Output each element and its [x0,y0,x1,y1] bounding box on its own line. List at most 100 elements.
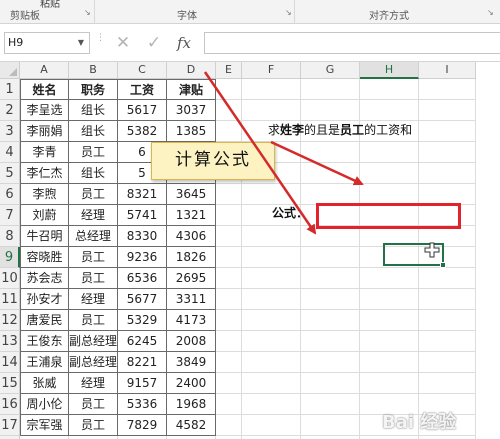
table-cell[interactable]: 9236 [118,247,167,268]
table-cell[interactable]: 2695 [167,268,216,289]
row-header-1[interactable]: 1 [0,79,20,100]
table-cell[interactable]: 2008 [167,331,216,352]
sheet-cell[interactable] [242,226,301,247]
sheet-cell[interactable] [419,310,476,331]
row-header-15[interactable]: 15 [0,373,20,394]
table-cell[interactable]: 8330 [118,226,167,247]
column-header-h[interactable]: H [360,62,419,79]
sheet-cell[interactable] [242,331,301,352]
dialog-launcher-icon[interactable]: ↘ [285,9,292,17]
row-header-13[interactable]: 13 [0,331,20,352]
table-cell[interactable]: 8321 [118,184,167,205]
sheet-cell[interactable] [419,352,476,373]
sheet-cell[interactable] [301,142,360,163]
sheet-cell[interactable] [360,310,419,331]
row-header-5[interactable]: 5 [0,163,20,184]
table-cell[interactable]: 4306 [167,226,216,247]
sheet-cell[interactable] [216,268,242,289]
sheet-cell[interactable] [301,79,360,100]
table-cell[interactable]: 员工 [69,142,118,163]
formula-input[interactable] [204,32,500,54]
sheet-cell[interactable] [242,79,301,100]
table-cell[interactable]: 总经理 [69,226,118,247]
table-cell[interactable]: 员工 [69,415,118,436]
table-cell[interactable]: 副总经理 [69,331,118,352]
sheet-cell[interactable] [216,247,242,268]
row-header-11[interactable]: 11 [0,289,20,310]
table-header-cell[interactable]: 津贴 [167,79,216,100]
row-header-3[interactable]: 3 [0,121,20,142]
table-cell[interactable]: 员工 [69,310,118,331]
table-cell[interactable]: 宗军强 [20,415,69,436]
table-header-cell[interactable]: 工资 [118,79,167,100]
table-cell[interactable]: 员工 [69,247,118,268]
table-cell[interactable]: 1385 [167,121,216,142]
sheet-cell[interactable] [216,373,242,394]
sheet-cell[interactable] [301,373,360,394]
table-cell[interactable]: 李呈选 [20,100,69,121]
fill-handle[interactable] [440,262,446,268]
sheet-cell[interactable] [419,184,476,205]
sheet-cell[interactable] [419,142,476,163]
table-cell[interactable]: 组长 [69,121,118,142]
table-cell[interactable]: 王俊东 [20,331,69,352]
table-cell[interactable]: 李青 [20,142,69,163]
table-cell[interactable]: 刘蔚 [20,205,69,226]
column-header-c[interactable]: C [118,62,167,79]
column-header-g[interactable]: G [301,62,360,79]
dialog-launcher-icon[interactable]: ↘ [487,9,494,17]
table-cell[interactable]: 9157 [118,373,167,394]
sheet-cell[interactable] [301,352,360,373]
table-cell[interactable]: 员工 [69,268,118,289]
row-header-12[interactable]: 12 [0,310,20,331]
row-header-9[interactable]: 9 [0,247,20,268]
table-cell[interactable]: 1321 [167,205,216,226]
table-cell[interactable]: 张威 [20,373,69,394]
table-cell[interactable]: 周小伦 [20,394,69,415]
sheet-cell[interactable] [216,79,242,100]
table-cell[interactable]: 经理 [69,205,118,226]
worksheet-grid[interactable]: ABCDEFGHI 123456789101112131415161718 姓名… [0,62,500,439]
table-cell[interactable]: 6536 [118,268,167,289]
sheet-cell[interactable] [216,310,242,331]
sheet-cell[interactable] [216,415,242,436]
table-cell[interactable]: 2400 [167,373,216,394]
formula-answer-box[interactable] [316,203,461,229]
sheet-cell[interactable] [242,268,301,289]
table-cell[interactable]: 3037 [167,100,216,121]
row-header-2[interactable]: 2 [0,100,20,121]
sheet-cell[interactable] [216,394,242,415]
sheet-cell[interactable] [301,163,360,184]
sheet-cell[interactable] [419,331,476,352]
table-cell[interactable]: 3311 [167,289,216,310]
table-cell[interactable]: 4173 [167,310,216,331]
sheet-cell[interactable] [360,142,419,163]
row-header-7[interactable]: 7 [0,205,20,226]
sheet-cell[interactable] [301,415,360,436]
sheet-cell[interactable] [301,247,360,268]
table-cell[interactable]: 6245 [118,331,167,352]
table-cell[interactable]: 5329 [118,310,167,331]
sheet-cell[interactable] [419,373,476,394]
sheet-cell[interactable] [216,226,242,247]
column-header-a[interactable]: A [20,62,69,79]
table-cell[interactable]: 孙安才 [20,289,69,310]
sheet-cell[interactable] [360,184,419,205]
table-cell[interactable]: 李丽娟 [20,121,69,142]
sheet-cell[interactable] [242,373,301,394]
sheet-cell[interactable] [419,289,476,310]
sheet-cell[interactable] [242,184,301,205]
table-cell[interactable]: 组长 [69,163,118,184]
table-cell[interactable]: 员工 [69,394,118,415]
table-cell[interactable]: 副总经理 [69,352,118,373]
sheet-cell[interactable] [301,331,360,352]
sheet-cell[interactable] [360,373,419,394]
table-cell[interactable]: 唐爱民 [20,310,69,331]
sheet-cell[interactable] [301,226,360,247]
row-header-10[interactable]: 10 [0,268,20,289]
sheet-cell[interactable] [301,394,360,415]
sheet-cell[interactable] [301,289,360,310]
dialog-launcher-icon[interactable]: ↘ [84,9,91,17]
sheet-cell[interactable] [216,205,242,226]
sheet-cell[interactable] [242,310,301,331]
